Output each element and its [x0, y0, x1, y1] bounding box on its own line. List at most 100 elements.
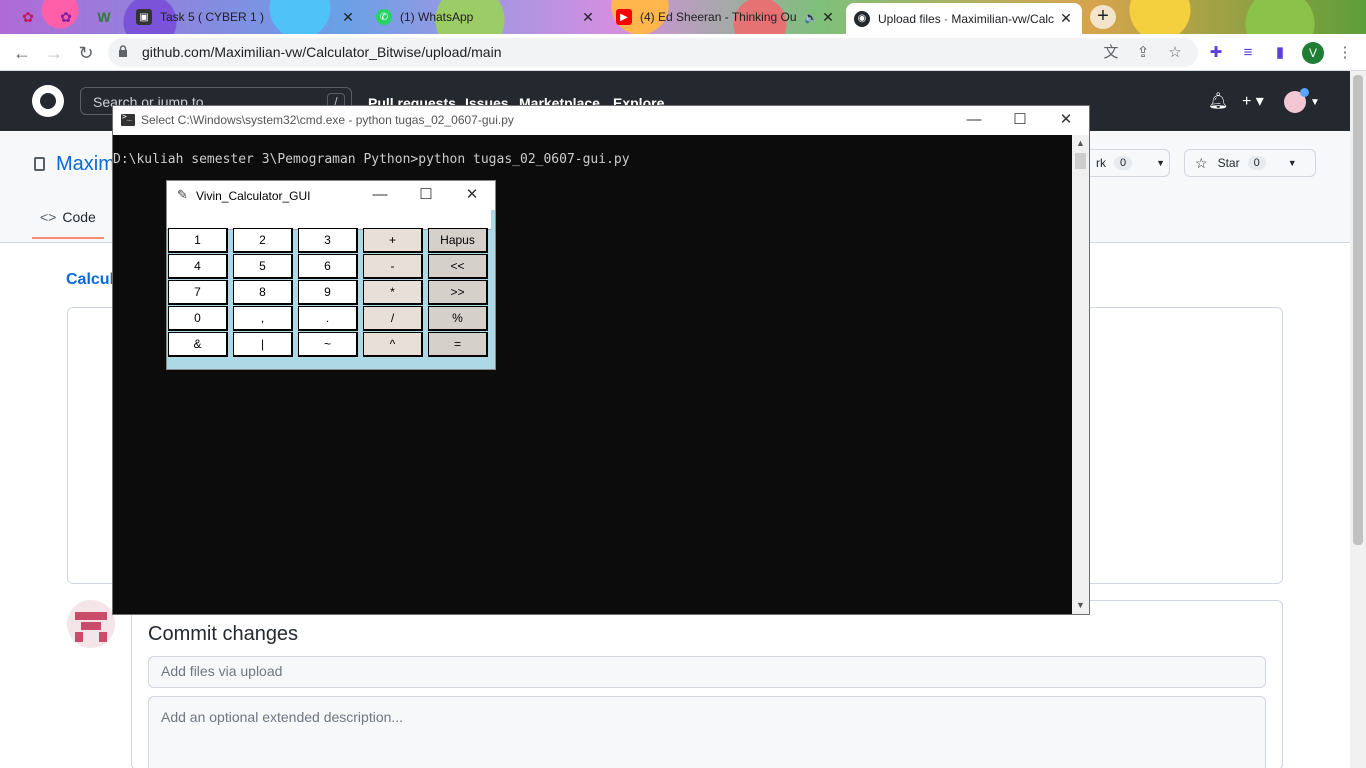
chevron-down-icon[interactable]: ▼	[1310, 97, 1320, 108]
calc-key-r5c1[interactable]: &	[168, 332, 228, 357]
code-icon: <>	[40, 209, 57, 225]
calc-maximize-button[interactable]: ☐	[403, 181, 449, 210]
calc-minimize-button[interactable]: —	[357, 181, 403, 210]
calc-key-r2c5[interactable]: <<	[428, 254, 488, 279]
scroll-down-icon[interactable]: ▼	[1072, 597, 1089, 614]
side-panel-icon[interactable]: ▮	[1269, 42, 1291, 64]
calc-key-r1c1[interactable]: 1	[168, 228, 228, 253]
calc-key-r3c1[interactable]: 7	[168, 280, 228, 305]
calc-key-r3c2[interactable]: 8	[233, 280, 293, 305]
share-icon[interactable]: ⇪	[1132, 42, 1154, 64]
back-arrow-icon[interactable]: ←	[9, 40, 35, 66]
tab-close-icon[interactable]: ✕	[1058, 10, 1074, 27]
whatsapp-favicon-icon: ✆	[376, 9, 392, 25]
notification-bell-icon[interactable]: 🔔︎	[1208, 91, 1228, 111]
minimize-button[interactable]: —	[951, 106, 997, 135]
calc-key-r1c2[interactable]: 2	[233, 228, 293, 253]
terminal-icon	[121, 112, 135, 126]
calculator-title-bar[interactable]: ✎ Vivin_Calculator_GUI — ☐ ✕	[167, 181, 495, 210]
commit-description-textarea[interactable]: Add an optional extended description...	[148, 696, 1266, 768]
tab-task5-favicon-icon: ▣	[136, 9, 152, 25]
translate-icon[interactable]: 文	[1100, 42, 1122, 64]
calculator-display-input[interactable]	[167, 210, 491, 230]
calc-key-r4c1[interactable]: 0	[168, 306, 228, 331]
cmd-scrollbar-thumb[interactable]	[1075, 153, 1086, 169]
calc-key-r1c3[interactable]: 3	[298, 228, 358, 253]
fork-label: rk	[1096, 156, 1106, 170]
calc-key-r2c3[interactable]: 6	[298, 254, 358, 279]
pinned-tab-2[interactable]: ✿	[54, 6, 78, 28]
fork-chevron-down-icon[interactable]: ▼	[1156, 158, 1165, 168]
maximize-button[interactable]: ☐	[997, 106, 1043, 135]
calculator-window[interactable]: ✎ Vivin_Calculator_GUI — ☐ ✕ 1 2 3 + Hapus 4 5…	[166, 180, 496, 370]
calc-key-r5c4[interactable]: ^	[363, 332, 423, 357]
calc-key-r5c5[interactable]: =	[428, 332, 488, 357]
star-button[interactable]: ☆ Star 0 ▼	[1184, 149, 1316, 177]
browser-toolbar: ← → ↻ github.com/Maximilian-vw/Calculato…	[0, 34, 1366, 71]
youtube-favicon-icon: ▶	[616, 9, 632, 25]
pinned-tab-1-icon: ✿	[22, 8, 34, 25]
calc-key-r4c4[interactable]: /	[363, 306, 423, 331]
tab-youtube[interactable]: ▶ (4) Ed Sheeran - Thinking Ou 🔈 ✕	[608, 3, 844, 31]
fork-count: 0	[1114, 156, 1133, 170]
tab-close-icon[interactable]: ✕	[820, 9, 836, 26]
calc-key-r4c2[interactable]: ,	[233, 306, 293, 331]
cmd-title: Select C:\Windows\system32\cmd.exe - pyt…	[141, 113, 514, 127]
user-avatar[interactable]	[1284, 88, 1309, 113]
tab-close-icon[interactable]: ✕	[580, 9, 596, 26]
calc-key-r3c4[interactable]: *	[363, 280, 423, 305]
calc-key-r2c4[interactable]: -	[363, 254, 423, 279]
calc-key-r5c2[interactable]: |	[233, 332, 293, 357]
page-scrollbar[interactable]	[1350, 71, 1366, 768]
pinned-tab-1[interactable]: ✿	[16, 6, 40, 28]
profile-avatar[interactable]: V	[1302, 42, 1324, 64]
tab-whatsapp[interactable]: ✆ (1) WhatsApp ✕	[368, 3, 604, 31]
reload-icon[interactable]: ↻	[73, 40, 99, 66]
calc-close-button[interactable]: ✕	[449, 181, 495, 210]
github-logo-icon[interactable]	[32, 85, 64, 117]
audio-playing-icon[interactable]: 🔈	[802, 11, 820, 24]
menu-dots-icon[interactable]: ⋮	[1334, 42, 1356, 64]
calc-key-r2c1[interactable]: 4	[168, 254, 228, 279]
cmd-output-line: D:\kuliah semester 3\Pemograman Python>p…	[113, 152, 630, 167]
repo-owner-link[interactable]: Maxim	[56, 153, 115, 176]
tab-task5[interactable]: ▣ Task 5 ( CYBER 1 ) ✕	[128, 3, 364, 31]
calc-key-r5c3[interactable]: ~	[298, 332, 358, 357]
scroll-up-icon[interactable]: ▲	[1072, 135, 1089, 152]
browser-tab-strip: ✿ ✿ W ▣ Task 5 ( CYBER 1 ) ✕ ✆ (1) Whats…	[0, 0, 1366, 34]
tab-title: Upload files · Maximilian-vw/Calc	[878, 11, 1055, 26]
url-text: github.com/Maximilian-vw/Calculator_Bitw…	[142, 44, 502, 60]
commit-summary-input[interactable]: Add files via upload	[148, 656, 1266, 688]
bookmark-star-icon[interactable]: ☆	[1164, 42, 1186, 64]
calc-key-r4c5[interactable]: %	[428, 306, 488, 331]
breadcrumb[interactable]: Calcul	[66, 271, 114, 289]
fork-button[interactable]: rk 0 ▼	[1085, 149, 1170, 177]
calc-key-r3c3[interactable]: 9	[298, 280, 358, 305]
calc-key-r1c5[interactable]: Hapus	[428, 228, 488, 253]
page-scrollbar-thumb[interactable]	[1353, 75, 1363, 545]
pinned-tab-3[interactable]: W	[92, 6, 116, 28]
cmd-title-bar[interactable]: Select C:\Windows\system32\cmd.exe - pyt…	[113, 106, 1089, 135]
new-tab-button[interactable]: +	[1090, 5, 1116, 29]
tab-code[interactable]: <> Code	[32, 209, 104, 239]
calc-key-r2c2[interactable]: 5	[233, 254, 293, 279]
media-control-icon[interactable]: ≡	[1237, 42, 1259, 64]
star-label: Star	[1217, 156, 1240, 170]
tab-title: Task 5 ( CYBER 1 )	[160, 10, 265, 24]
close-button[interactable]: ✕	[1043, 106, 1089, 135]
tab-close-icon[interactable]: ✕	[340, 9, 356, 26]
create-new-plus-icon[interactable]: + ▾	[1242, 91, 1264, 111]
calc-key-r1c4[interactable]: +	[363, 228, 423, 253]
calc-key-r4c3[interactable]: .	[298, 306, 358, 331]
calculator-title: Vivin_Calculator_GUI	[196, 189, 311, 203]
cmd-scrollbar[interactable]: ▲ ▼	[1072, 135, 1089, 614]
forward-arrow-icon[interactable]: →	[41, 40, 67, 66]
commit-title: Commit changes	[148, 623, 299, 645]
avatar	[67, 600, 115, 648]
tab-upload-files[interactable]: ◉ Upload files · Maximilian-vw/Calc ✕	[846, 3, 1082, 34]
address-bar[interactable]: github.com/Maximilian-vw/Calculator_Bitw…	[108, 38, 1198, 67]
star-chevron-down-icon[interactable]: ▼	[1288, 158, 1297, 168]
star-count: 0	[1247, 156, 1266, 170]
extensions-puzzle-icon[interactable]: ✚	[1205, 42, 1227, 64]
calc-key-r3c5[interactable]: >>	[428, 280, 488, 305]
